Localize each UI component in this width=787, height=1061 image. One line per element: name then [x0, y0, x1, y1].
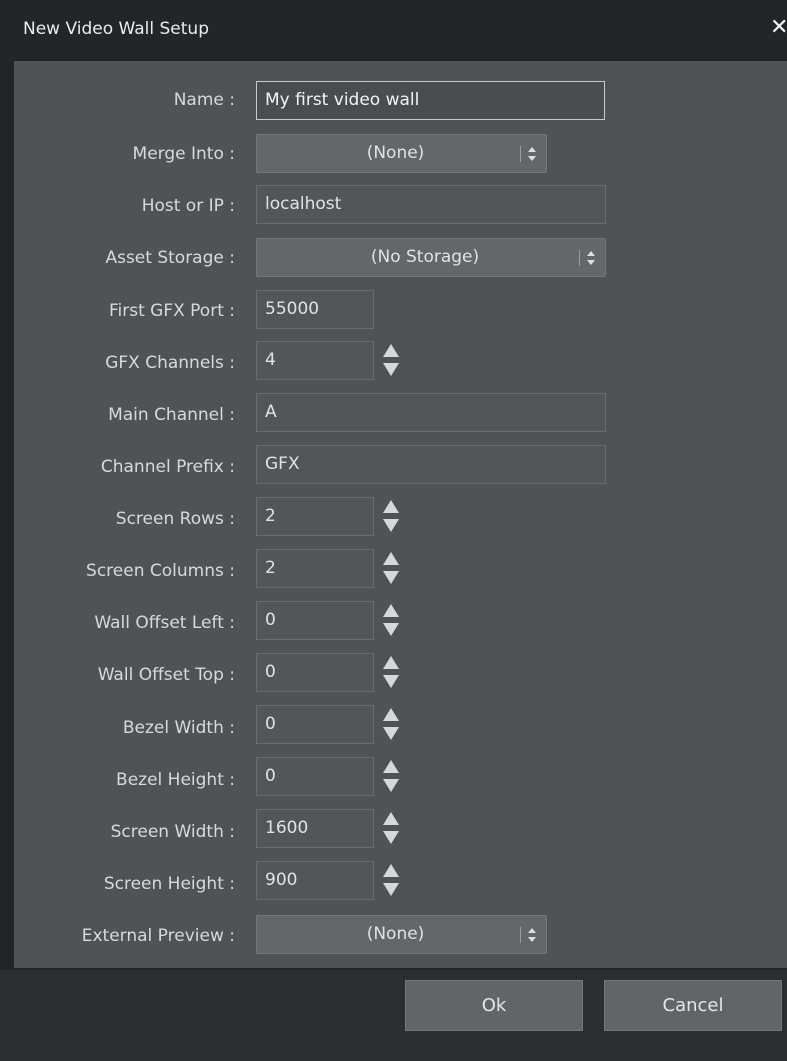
ok-button[interactable]: Ok: [405, 980, 583, 1031]
external-preview-dropdown[interactable]: (None): [256, 915, 547, 954]
channel-prefix-label: Channel Prefix :: [100, 457, 235, 477]
gfx-channels-input[interactable]: 4: [256, 341, 374, 380]
first-gfx-port-input[interactable]: 55000: [256, 290, 374, 329]
name-label: Name :: [173, 90, 235, 110]
screen-columns-input[interactable]: 2: [256, 549, 374, 588]
dropdown-separator: [520, 927, 521, 943]
spinner-arrows-icon[interactable]: [380, 338, 402, 382]
wall-offset-top-label: Wall Offset Top :: [97, 665, 235, 685]
wall-offset-left-input[interactable]: 0: [256, 601, 374, 640]
spinner-arrows-icon[interactable]: [380, 754, 402, 798]
asset-storage-label: Asset Storage :: [105, 248, 235, 268]
merge-into-label: Merge Into :: [132, 144, 235, 164]
spinner-arrows-icon[interactable]: [380, 806, 402, 850]
dropdown-separator: [579, 250, 580, 266]
screen-width-input[interactable]: 1600: [256, 809, 374, 848]
spinner-arrows-icon[interactable]: [380, 494, 402, 538]
name-input[interactable]: My first video wall: [256, 81, 605, 120]
spinner-arrows-icon[interactable]: [380, 598, 402, 642]
external-preview-label: External Preview :: [81, 926, 235, 946]
wall-offset-left-label: Wall Offset Left :: [94, 613, 235, 633]
merge-into-value: (None): [366, 143, 425, 163]
gfx-channels-label: GFX Channels :: [105, 353, 235, 373]
merge-into-dropdown[interactable]: (None): [256, 134, 547, 173]
asset-storage-value: (No Storage): [370, 247, 480, 267]
bezel-height-input[interactable]: 0: [256, 757, 374, 796]
asset-storage-dropdown[interactable]: (No Storage): [256, 238, 606, 277]
cancel-button[interactable]: Cancel: [604, 980, 782, 1031]
external-preview-value: (None): [366, 924, 425, 944]
bezel-width-label: Bezel Width :: [122, 718, 235, 738]
host-input[interactable]: localhost: [256, 185, 606, 224]
screen-height-label: Screen Height :: [103, 874, 235, 894]
main-channel-input[interactable]: A: [256, 393, 606, 432]
screen-height-input[interactable]: 900: [256, 861, 374, 900]
first-gfx-port-label: First GFX Port :: [108, 301, 235, 321]
screen-rows-input[interactable]: 2: [256, 497, 374, 536]
bezel-width-input[interactable]: 0: [256, 705, 374, 744]
dropdown-separator: [520, 146, 521, 162]
close-icon[interactable]: ✕: [770, 15, 787, 40]
main-channel-label: Main Channel :: [108, 405, 235, 425]
spinner-arrows-icon[interactable]: [380, 858, 402, 902]
wall-offset-top-input[interactable]: 0: [256, 653, 374, 692]
window-title: New Video Wall Setup: [23, 19, 209, 39]
updown-chevron-icon: [528, 147, 536, 161]
screen-width-label: Screen Width :: [110, 822, 235, 842]
bezel-height-label: Bezel Height :: [116, 770, 235, 790]
screen-columns-label: Screen Columns :: [86, 561, 235, 581]
title-bar: New Video Wall Setup ✕: [0, 0, 787, 61]
screen-rows-label: Screen Rows :: [115, 509, 235, 529]
spinner-arrows-icon[interactable]: [380, 546, 402, 590]
host-label: Host or IP :: [141, 196, 235, 216]
spinner-arrows-icon[interactable]: [380, 650, 402, 694]
updown-chevron-icon: [528, 928, 536, 942]
spinner-arrows-icon[interactable]: [380, 702, 402, 746]
channel-prefix-input[interactable]: GFX: [256, 445, 606, 484]
updown-chevron-icon: [587, 251, 595, 265]
